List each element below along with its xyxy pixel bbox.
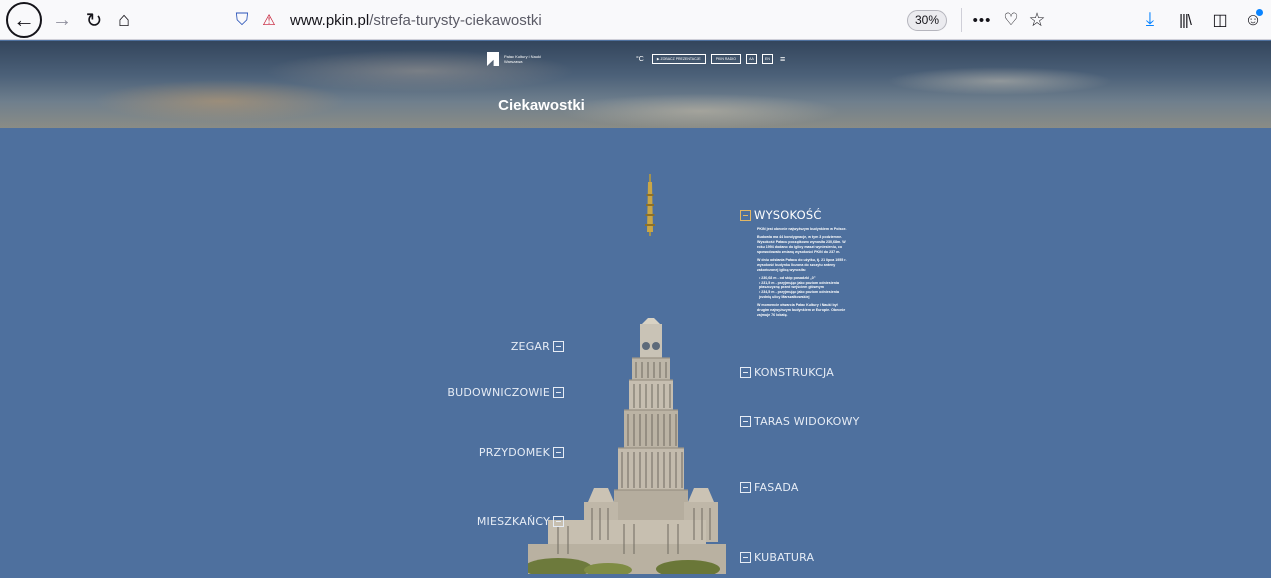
collapse-box-icon[interactable] [740, 416, 751, 427]
hamburger-menu-icon[interactable]: ≡ [780, 54, 785, 64]
section-taras-widokowy-label: TARAS WIDOKOWY [754, 415, 860, 428]
site-nav: °C ▶ ZOBACZ PREZENTACJE PKIN RADIO AA EN… [636, 54, 785, 64]
list-item: 231,5 m - przyjmując jako poziom odniesi… [759, 281, 847, 291]
section-zegar[interactable]: ZEGAR [384, 340, 564, 353]
section-mieszkancy[interactable]: MIESZKAŃCY [384, 515, 564, 528]
insecure-lock-icon[interactable]: ⚠ [256, 11, 282, 29]
shield-icon[interactable]: ⛉ [232, 10, 252, 30]
address-bar[interactable]: ⛉ ⚠ www.pkin.pl /strefa-turysty-ciekawos… [232, 5, 952, 35]
url-host[interactable]: www.pkin.pl [290, 12, 369, 29]
section-wysokosc[interactable]: WYSOKOŚĆ [740, 208, 822, 222]
star-icon[interactable]: ☆ [1024, 6, 1050, 34]
browser-toolbar: ← → ↻ ⌂ ⛉ ⚠ www.pkin.pl /strefa-turysty-… [0, 0, 1271, 40]
section-kubatura[interactable]: KUBATURA [740, 551, 814, 564]
home-icon[interactable]: ⌂ [110, 4, 138, 36]
library-icon[interactable]: |||\ [1172, 6, 1198, 34]
account-notification-dot [1256, 9, 1263, 16]
account-icon[interactable]: ☺ [1240, 6, 1266, 34]
palace-tower-illustration [528, 174, 726, 574]
zoom-badge[interactable]: 30% [907, 10, 948, 31]
wysokosc-paragraph: W dniu odsłania Pałacu do użytku, tj. 21… [757, 257, 847, 272]
presentation-button[interactable]: ▶ ZOBACZ PREZENTACJE [651, 54, 706, 64]
section-fasada[interactable]: FASADA [740, 481, 799, 494]
section-konstrukcja-label: KONSTRUKCJA [754, 366, 834, 379]
section-budowniczowie[interactable]: BUDOWNICZOWIE [384, 386, 564, 399]
section-fasada-label: FASADA [754, 481, 799, 494]
wysokosc-paragraph: W momencie otwarcia Pałac Kultury i Nauk… [757, 303, 846, 317]
wysokosc-content: PKiN jest obecnie najwyższym budynkiem w… [757, 227, 847, 321]
collapse-box-icon[interactable] [553, 516, 564, 527]
temperature: °C [636, 55, 644, 63]
reload-icon[interactable]: ↻ [80, 4, 108, 36]
collapse-box-icon[interactable] [740, 482, 751, 493]
section-przydomek-label: PRZYDOMEK [478, 446, 550, 459]
collapse-box-icon[interactable] [740, 209, 751, 221]
site-logo[interactable]: Pałac Kultury i Nauki Warszawa [487, 52, 541, 66]
radio-button[interactable]: PKIN RADIO [710, 54, 741, 64]
section-przydomek[interactable]: PRZYDOMEK [384, 446, 564, 459]
more-icon[interactable]: ••• [970, 6, 994, 34]
wysokosc-paragraph: Budowla ma 44 kondygnacje, w tym 3 podzi… [757, 235, 846, 254]
section-kubatura-label: KUBATURA [754, 551, 815, 564]
collapse-box-icon[interactable] [740, 367, 751, 378]
pkin-logo-icon [487, 52, 499, 66]
collapse-box-icon[interactable] [553, 447, 564, 458]
download-icon[interactable]: ⤓ [1137, 6, 1163, 34]
logo-text: Pałac Kultury i Nauki Warszawa [504, 54, 541, 64]
section-taras-widokowy[interactable]: TARAS WIDOKOWY [740, 415, 860, 428]
site-header: Pałac Kultury i Nauki Warszawa °C ▶ ZOBA… [0, 41, 1271, 128]
page-title: Ciekawostki [498, 97, 585, 114]
section-wysokosc-label: WYSOKOŚĆ [754, 208, 822, 222]
collapse-box-icon[interactable] [740, 552, 751, 563]
pocket-icon[interactable]: ♡ [998, 6, 1024, 34]
section-konstrukcja[interactable]: KONSTRUKCJA [740, 366, 834, 379]
logo-line2: Warszawa [504, 59, 523, 64]
toolbar-separator [961, 8, 962, 32]
font-size-button[interactable]: AA [745, 54, 757, 64]
wysokosc-paragraph: PKiN jest obecnie najwyższym budynkiem w… [757, 227, 847, 231]
wysokosc-list: 230,68 m - od stóp posadzki „0” 231,5 m … [757, 276, 847, 300]
back-arrow-icon[interactable]: ← [6, 2, 42, 38]
forward-arrow-icon[interactable]: → [48, 4, 76, 36]
section-zegar-label: ZEGAR [510, 340, 550, 353]
sidebar-icon[interactable]: ◫ [1207, 6, 1233, 34]
section-mieszkancy-label: MIESZKAŃCY [476, 515, 550, 528]
list-item: 234,5 m - przyjmując jako poziom odniesi… [759, 290, 847, 300]
collapse-box-icon[interactable] [553, 387, 564, 398]
url-path[interactable]: /strefa-turysty-ciekawostki [369, 12, 542, 29]
section-budowniczowie-label: BUDOWNICZOWIE [447, 386, 550, 399]
language-button[interactable]: EN [761, 54, 773, 64]
collapse-box-icon[interactable] [553, 341, 564, 352]
